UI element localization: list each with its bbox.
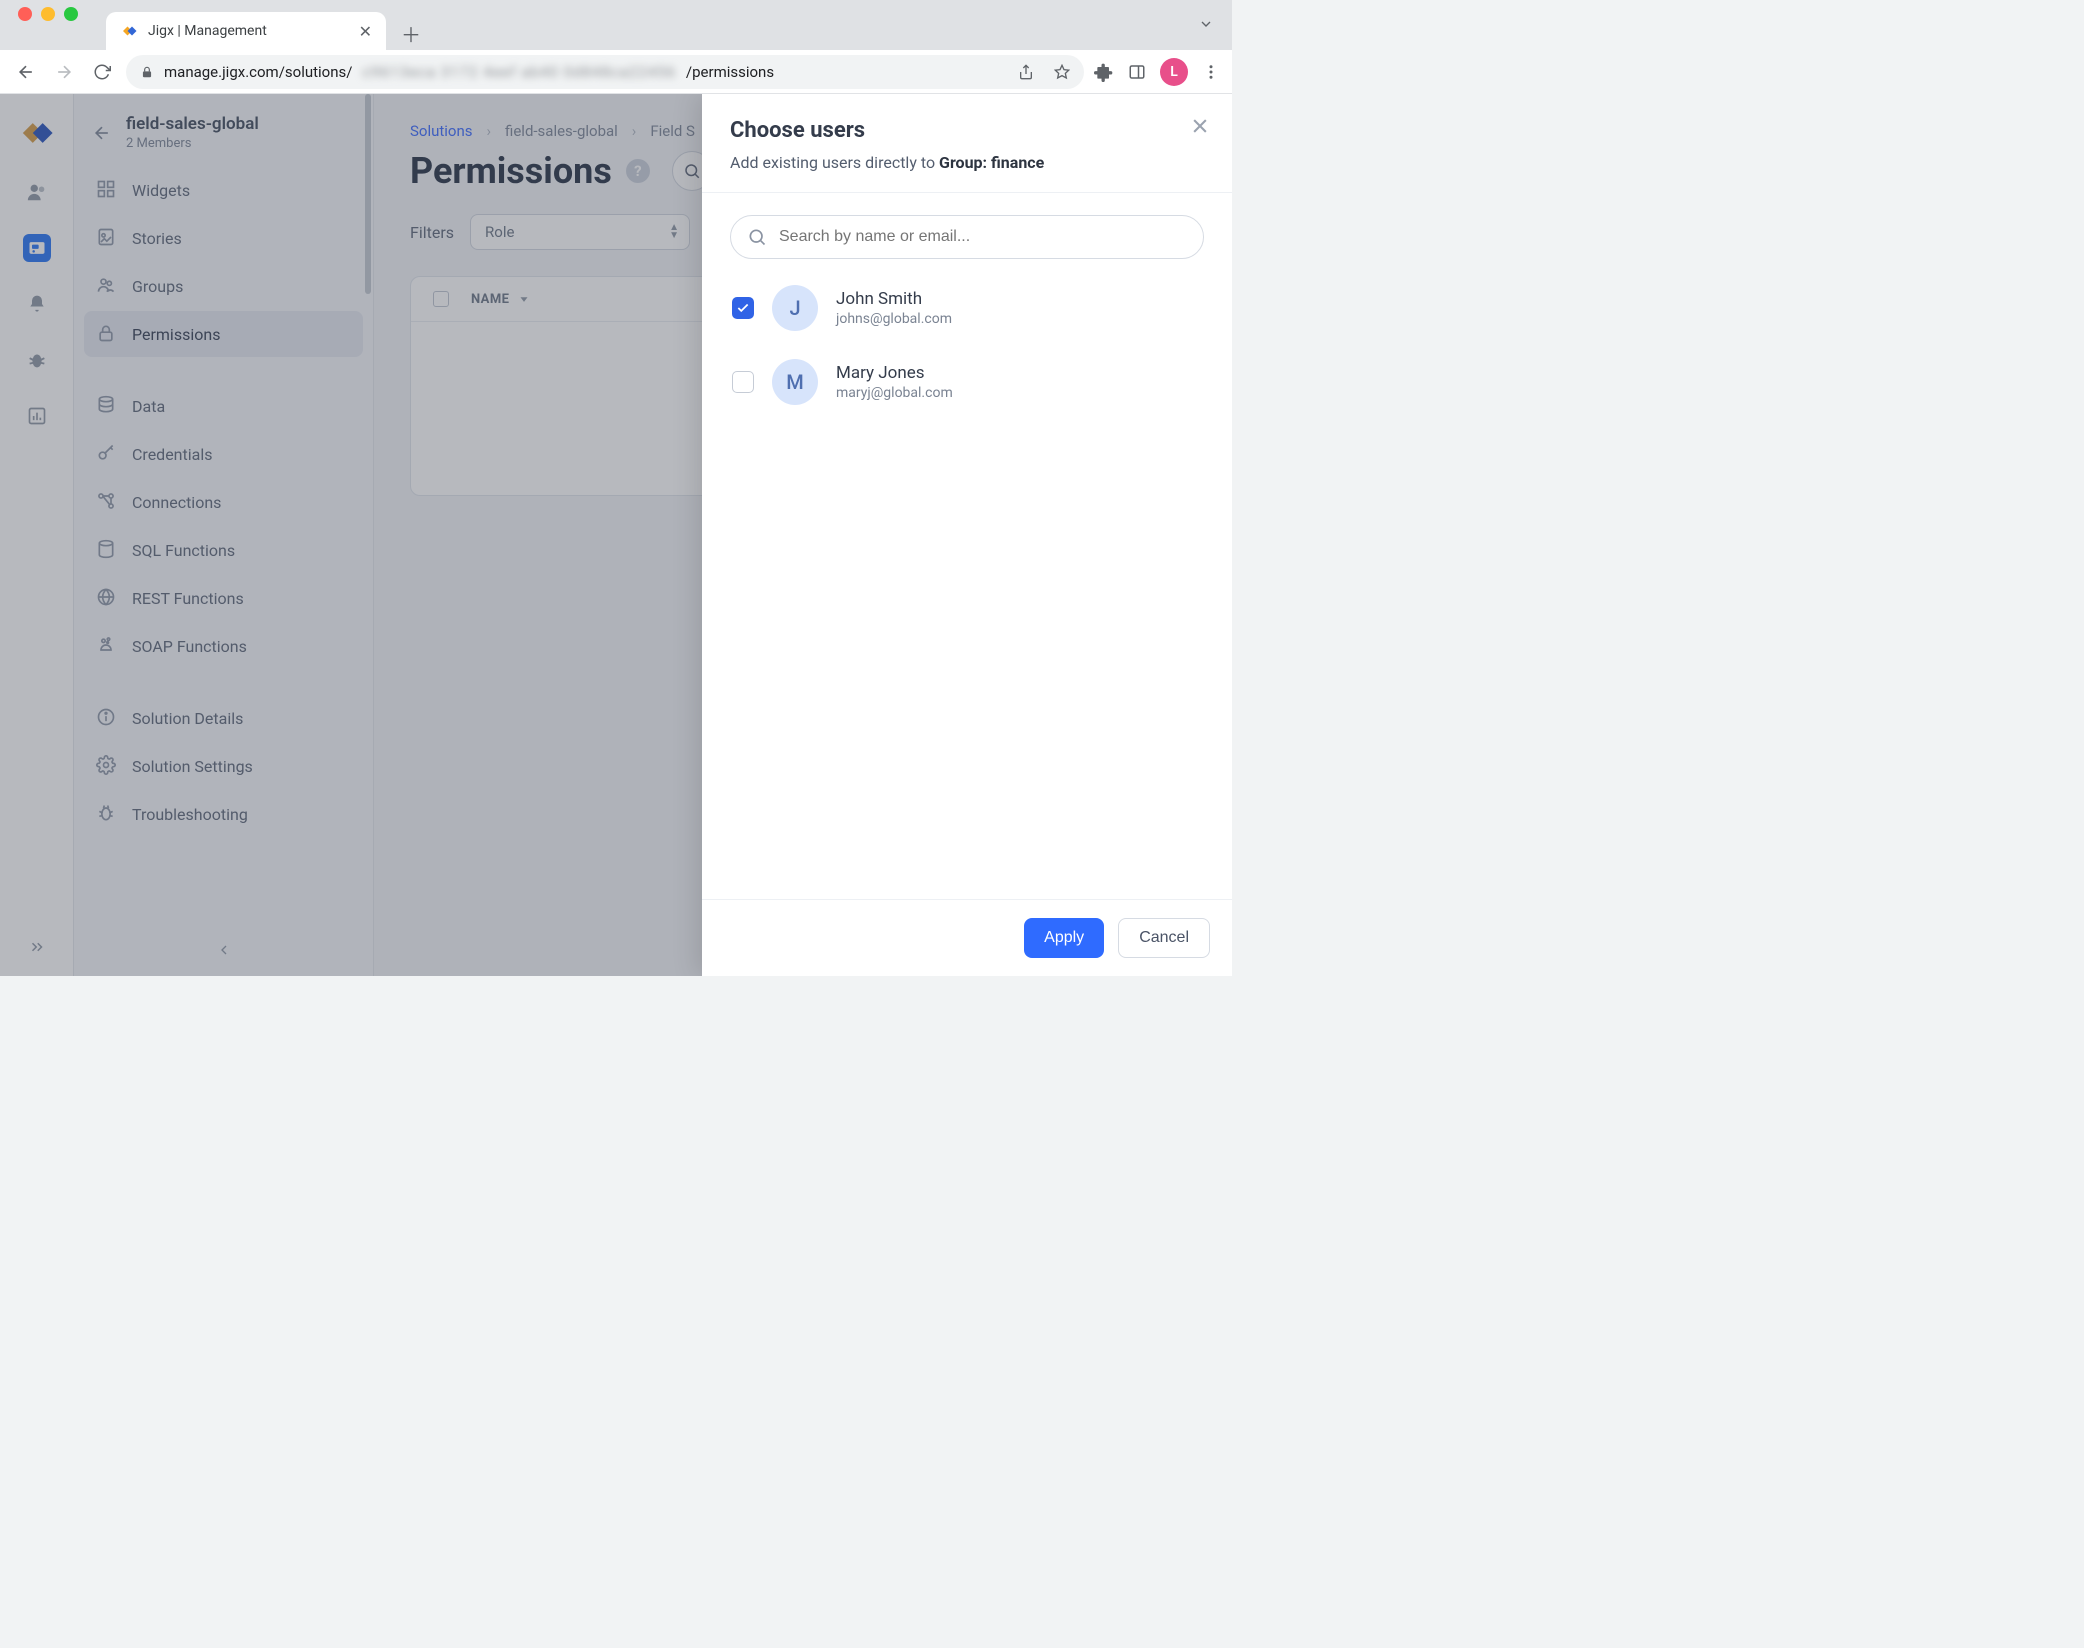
nav-back-button[interactable] xyxy=(12,58,40,86)
kebab-menu-icon[interactable] xyxy=(1202,63,1220,81)
apply-button[interactable]: Apply xyxy=(1024,918,1104,958)
user-checkbox[interactable] xyxy=(732,371,754,393)
url-obscured: c9613eca 3172 4eef ab40 0d848ca22456 xyxy=(362,63,675,81)
nav-forward-button[interactable] xyxy=(50,58,78,86)
user-row[interactable]: M Mary Jones maryj@global.com xyxy=(730,355,1204,409)
user-name: John Smith xyxy=(836,289,952,309)
browser-tab[interactable]: Jigx | Management ✕ xyxy=(106,12,386,50)
new-tab-button[interactable]: ＋ xyxy=(394,16,428,50)
window-controls xyxy=(18,0,78,50)
jigx-favicon-icon xyxy=(120,22,138,40)
window-zoom-dot[interactable] xyxy=(64,7,78,21)
choose-users-drawer: Choose users Add existing users directly… xyxy=(702,94,1232,976)
search-icon xyxy=(747,227,767,247)
bookmark-icon[interactable] xyxy=(1054,64,1070,80)
browser-tabbar: Jigx | Management ✕ ＋ xyxy=(0,0,1232,50)
user-search[interactable] xyxy=(730,215,1204,259)
url-host: manage.jigx.com/solutions/ xyxy=(164,63,352,81)
lock-icon xyxy=(140,65,154,79)
profile-avatar[interactable]: L xyxy=(1160,58,1188,86)
drawer-close-button[interactable] xyxy=(1190,116,1210,136)
url-tail: /permissions xyxy=(686,63,774,81)
extensions-icon[interactable] xyxy=(1094,62,1114,82)
drawer-title: Choose users xyxy=(730,118,1204,143)
user-email: maryj@global.com xyxy=(836,385,953,401)
user-name: Mary Jones xyxy=(836,363,953,383)
nav-reload-button[interactable] xyxy=(88,58,116,86)
drawer-subtitle: Add existing users directly to Group: fi… xyxy=(730,153,1204,172)
browser-tab-title: Jigx | Management xyxy=(148,23,267,39)
share-icon[interactable] xyxy=(1018,64,1034,80)
user-avatar: J xyxy=(772,285,818,331)
sidepanel-icon[interactable] xyxy=(1128,63,1146,81)
user-search-input[interactable] xyxy=(779,228,1187,246)
user-list: J John Smith johns@global.com M Mary Jon… xyxy=(730,281,1204,409)
user-email: johns@global.com xyxy=(836,311,952,327)
user-checkbox[interactable] xyxy=(732,297,754,319)
browser-toolbar: manage.jigx.com/solutions/ c9613eca 3172… xyxy=(0,50,1232,94)
close-icon[interactable]: ✕ xyxy=(359,22,372,41)
user-avatar: M xyxy=(772,359,818,405)
window-minimize-dot[interactable] xyxy=(41,7,55,21)
window-close-dot[interactable] xyxy=(18,7,32,21)
app-root: field-sales-global 2 Members Widgets Sto… xyxy=(0,94,1232,976)
address-bar[interactable]: manage.jigx.com/solutions/ c9613eca 3172… xyxy=(126,55,1084,89)
tabs-overflow-icon[interactable] xyxy=(1198,16,1214,32)
user-row[interactable]: J John Smith johns@global.com xyxy=(730,281,1204,335)
cancel-button[interactable]: Cancel xyxy=(1118,918,1210,958)
